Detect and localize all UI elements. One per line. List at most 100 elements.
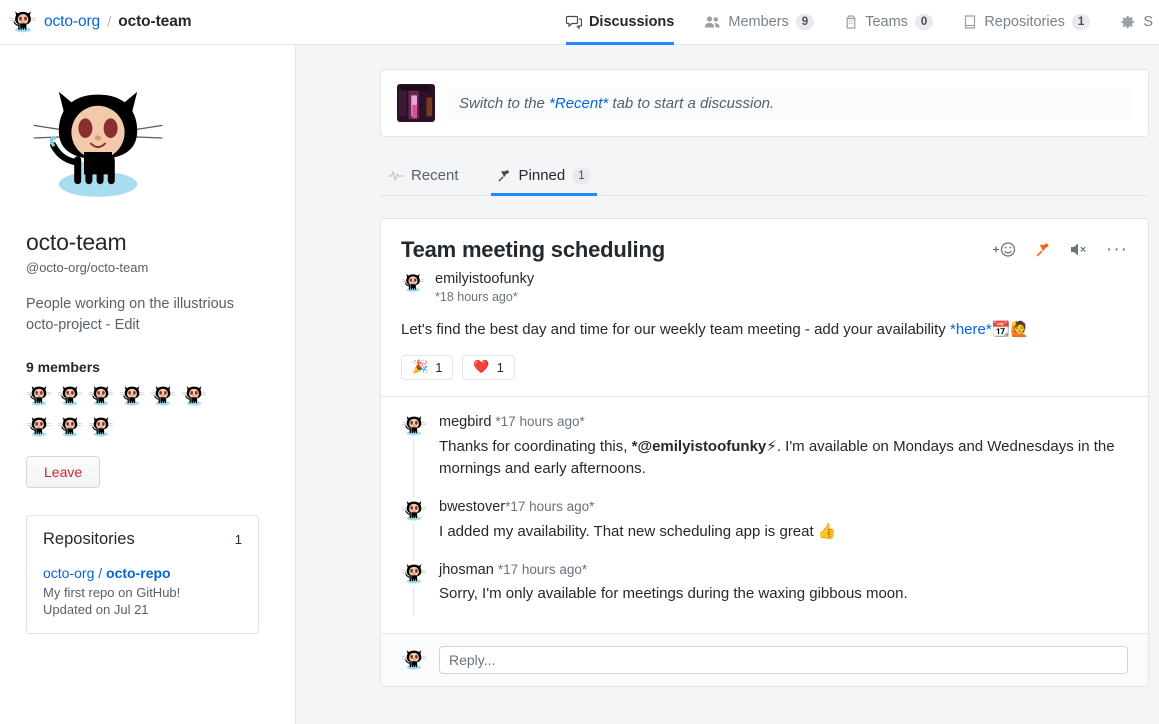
discussion-reactions: 🎉 1 ❤️ 1 xyxy=(401,355,1128,380)
comment-text-before: Thanks for coordinating this, xyxy=(439,438,632,455)
tab-teams-count: 0 xyxy=(914,14,934,30)
reaction-count: 1 xyxy=(435,360,443,375)
team-avatar xyxy=(28,75,168,215)
party-popper-emoji-icon: 🎉 xyxy=(412,360,429,375)
reaction-party-popper[interactable]: 🎉 1 xyxy=(401,355,454,380)
repository-owner: octo-org xyxy=(43,565,95,581)
member-avatar[interactable] xyxy=(88,414,114,440)
pulse-icon xyxy=(388,169,404,183)
team-sidebar: octo-team @octo-org/octo-team People wor… xyxy=(0,45,296,724)
tab-teams[interactable]: Teams 0 xyxy=(829,0,948,44)
discussion-author-avatar[interactable] xyxy=(401,271,425,295)
thumbs-up-emoji-icon: 👍 xyxy=(817,522,837,540)
tab-repositories[interactable]: Repositories 1 xyxy=(948,0,1105,44)
gear-icon xyxy=(1120,14,1136,30)
tab-teams-label: Teams xyxy=(865,14,908,30)
tab-pinned-label: Pinned xyxy=(518,167,566,184)
discussion-author-block: emilyistoofunky *18 hours ago* xyxy=(401,271,1128,304)
reaction-heart[interactable]: ❤️ 1 xyxy=(462,355,515,380)
member-avatars-grid xyxy=(26,383,216,440)
discussion-header: Team meeting scheduling ··· emilyistoofu… xyxy=(381,219,1148,396)
team-handle: @octo-org/octo-team xyxy=(26,260,149,275)
more-options-icon[interactable]: ··· xyxy=(1106,240,1128,259)
breadcrumb-separator: / xyxy=(107,13,112,31)
tab-settings[interactable]: S xyxy=(1105,0,1159,44)
tab-pinned-count: 1 xyxy=(572,167,591,184)
comment-text-before: Sorry, I'm only available for meetings d… xyxy=(439,585,908,602)
comment-timestamp: *17 hours ago* xyxy=(497,562,588,577)
member-avatar[interactable] xyxy=(150,383,176,409)
comment-author-avatar[interactable] xyxy=(401,413,427,439)
tab-members-count: 9 xyxy=(795,14,815,30)
discussion-author-name[interactable]: emilyistoofunky xyxy=(435,271,534,288)
comment-author-name[interactable]: megbird xyxy=(439,414,491,430)
comment-item: jhosman *17 hours ago* Sorry, I'm only a… xyxy=(401,561,1128,623)
raising-hand-emoji-icon: 🙋 xyxy=(1010,320,1030,338)
repo-icon xyxy=(963,14,977,30)
comment-author-name[interactable]: bwestover xyxy=(439,499,505,515)
repository-link[interactable]: octo-org / octo-repo xyxy=(43,565,242,581)
member-avatar[interactable] xyxy=(181,383,207,409)
comment-author-avatar[interactable] xyxy=(401,561,427,587)
repositories-card-count: 1 xyxy=(234,532,242,547)
page-body: octo-team @octo-org/octo-team People wor… xyxy=(0,45,1159,724)
discussion-composer[interactable]: Switch to the *Recent* tab to start a di… xyxy=(380,69,1149,137)
discussion-sub-tabs: Recent Pinned 1 xyxy=(380,159,1149,196)
member-avatar[interactable] xyxy=(26,414,52,440)
leave-button[interactable]: Leave xyxy=(26,456,101,488)
tab-pinned[interactable]: Pinned 1 xyxy=(490,159,597,196)
reply-input[interactable] xyxy=(439,646,1128,674)
comment-discussion-icon xyxy=(565,14,582,30)
zap-emoji-icon: ⚡ xyxy=(766,437,777,455)
comment-timestamp: *17 hours ago* xyxy=(495,414,585,429)
discussion-title: Team meeting scheduling xyxy=(401,237,665,262)
repository-updated: Updated on Jul 21 xyxy=(43,602,149,617)
member-avatar[interactable] xyxy=(119,383,145,409)
breadcrumb: octo-org / octo-team xyxy=(0,0,192,44)
team-name: octo-team xyxy=(26,229,127,255)
comment-author-name[interactable]: jhosman xyxy=(439,562,494,578)
comment-text: Thanks for coordinating this, *@emilyist… xyxy=(439,435,1128,480)
composer-text-before: Switch to the xyxy=(459,94,550,112)
comment-text-before: I added my availability. That new schedu… xyxy=(439,523,818,540)
tab-members-label: Members xyxy=(728,14,789,30)
tab-discussions[interactable]: Discussions xyxy=(551,0,689,45)
organization-icon xyxy=(844,14,858,30)
breadcrumb-org-link[interactable]: octo-org xyxy=(44,13,100,31)
discussion-body-link[interactable]: *here* xyxy=(950,321,992,338)
pin-icon[interactable] xyxy=(1035,241,1052,258)
repositories-card-header: Repositories 1 xyxy=(43,530,242,549)
tab-settings-label: S xyxy=(1143,14,1153,30)
composer-placeholder-text: Switch to the *Recent* tab to start a di… xyxy=(449,87,1132,119)
comment-text: I added my availability. That new schedu… xyxy=(439,520,1128,543)
comment-text: Sorry, I'm only available for meetings d… xyxy=(439,583,1128,605)
repositories-card-title: Repositories xyxy=(43,530,135,548)
current-user-avatar xyxy=(397,84,435,122)
comment-meta: bwestover*17 hours ago* xyxy=(439,499,1128,515)
calendar-emoji-icon: 📆 xyxy=(991,320,1011,338)
reply-row xyxy=(381,633,1148,686)
composer-text-after: tab to start a discussion. xyxy=(608,94,775,112)
comment-timestamp: *17 hours ago* xyxy=(505,499,595,514)
pin-icon xyxy=(497,168,512,183)
mute-icon[interactable] xyxy=(1069,242,1089,257)
composer-recent-link[interactable]: *Recent* xyxy=(549,95,608,112)
tab-recent[interactable]: Recent xyxy=(382,159,465,195)
comment-author-avatar[interactable] xyxy=(401,498,427,524)
header-nav-tabs: Discussions Members 9 Teams 0 Repositori… xyxy=(551,0,1159,45)
comment-mention[interactable]: *@emilyistoofunky xyxy=(632,438,767,455)
member-avatar[interactable] xyxy=(57,383,83,409)
add-reaction-icon[interactable] xyxy=(992,241,1018,258)
tab-discussions-label: Discussions xyxy=(588,14,675,30)
discussion-body: Let's find the best day and time for our… xyxy=(401,318,1128,341)
member-avatar[interactable] xyxy=(57,414,83,440)
members-heading: 9 members xyxy=(26,359,100,375)
member-avatar[interactable] xyxy=(26,383,52,409)
repository-separator: / xyxy=(94,565,107,581)
discussion-actions: ··· xyxy=(992,237,1128,259)
tab-repositories-label: Repositories xyxy=(984,14,1065,30)
tab-recent-label: Recent xyxy=(411,167,459,184)
member-avatar[interactable] xyxy=(88,383,114,409)
tab-members[interactable]: Members 9 xyxy=(689,0,829,44)
heart-emoji-icon: ❤️ xyxy=(473,360,490,375)
